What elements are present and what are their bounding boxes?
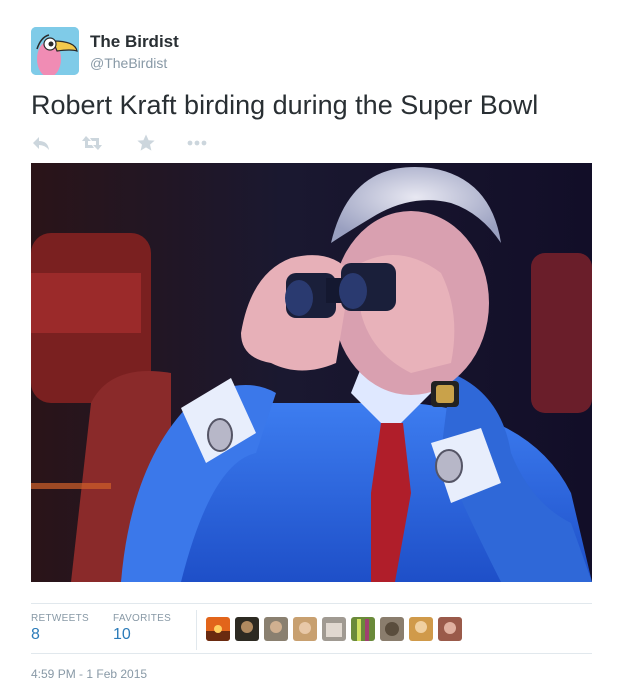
- more-icon[interactable]: [186, 133, 208, 155]
- man-with-binoculars-image: [31, 163, 592, 582]
- tweet-text: Robert Kraft birding during the Super Bo…: [31, 90, 539, 120]
- favorites-count[interactable]: 10: [113, 626, 131, 644]
- reply-icon[interactable]: [31, 133, 53, 155]
- favoriter-avatar[interactable]: [206, 617, 230, 641]
- tweet-actions: [31, 133, 231, 155]
- favoriter-avatar[interactable]: [438, 617, 462, 641]
- retweets-count[interactable]: 8: [31, 626, 40, 644]
- divider: [31, 603, 592, 604]
- tweet-photo[interactable]: [31, 163, 592, 582]
- author-avatar[interactable]: [31, 27, 79, 75]
- divider: [196, 610, 197, 650]
- favorites-label: FAVORITES: [113, 613, 172, 624]
- retweet-icon[interactable]: [81, 133, 103, 155]
- favoriter-avatar[interactable]: [409, 617, 433, 641]
- favoriter-avatar[interactable]: [293, 617, 317, 641]
- favoriter-avatar[interactable]: [322, 617, 346, 641]
- favoriter-avatar[interactable]: [380, 617, 404, 641]
- favoriter-avatar[interactable]: [235, 617, 259, 641]
- bird-avatar-icon: [31, 27, 79, 75]
- retweets-label: RETWEETS: [31, 613, 89, 624]
- divider: [31, 653, 592, 654]
- author-handle[interactable]: @TheBirdist: [90, 55, 167, 71]
- favoriter-avatar[interactable]: [264, 617, 288, 641]
- favoriter-avatar[interactable]: [351, 617, 375, 641]
- favorite-star-icon[interactable]: [136, 133, 158, 155]
- tweet-timestamp[interactable]: 4:59 PM - 1 Feb 2015: [31, 667, 147, 681]
- author-name[interactable]: The Birdist: [90, 32, 179, 52]
